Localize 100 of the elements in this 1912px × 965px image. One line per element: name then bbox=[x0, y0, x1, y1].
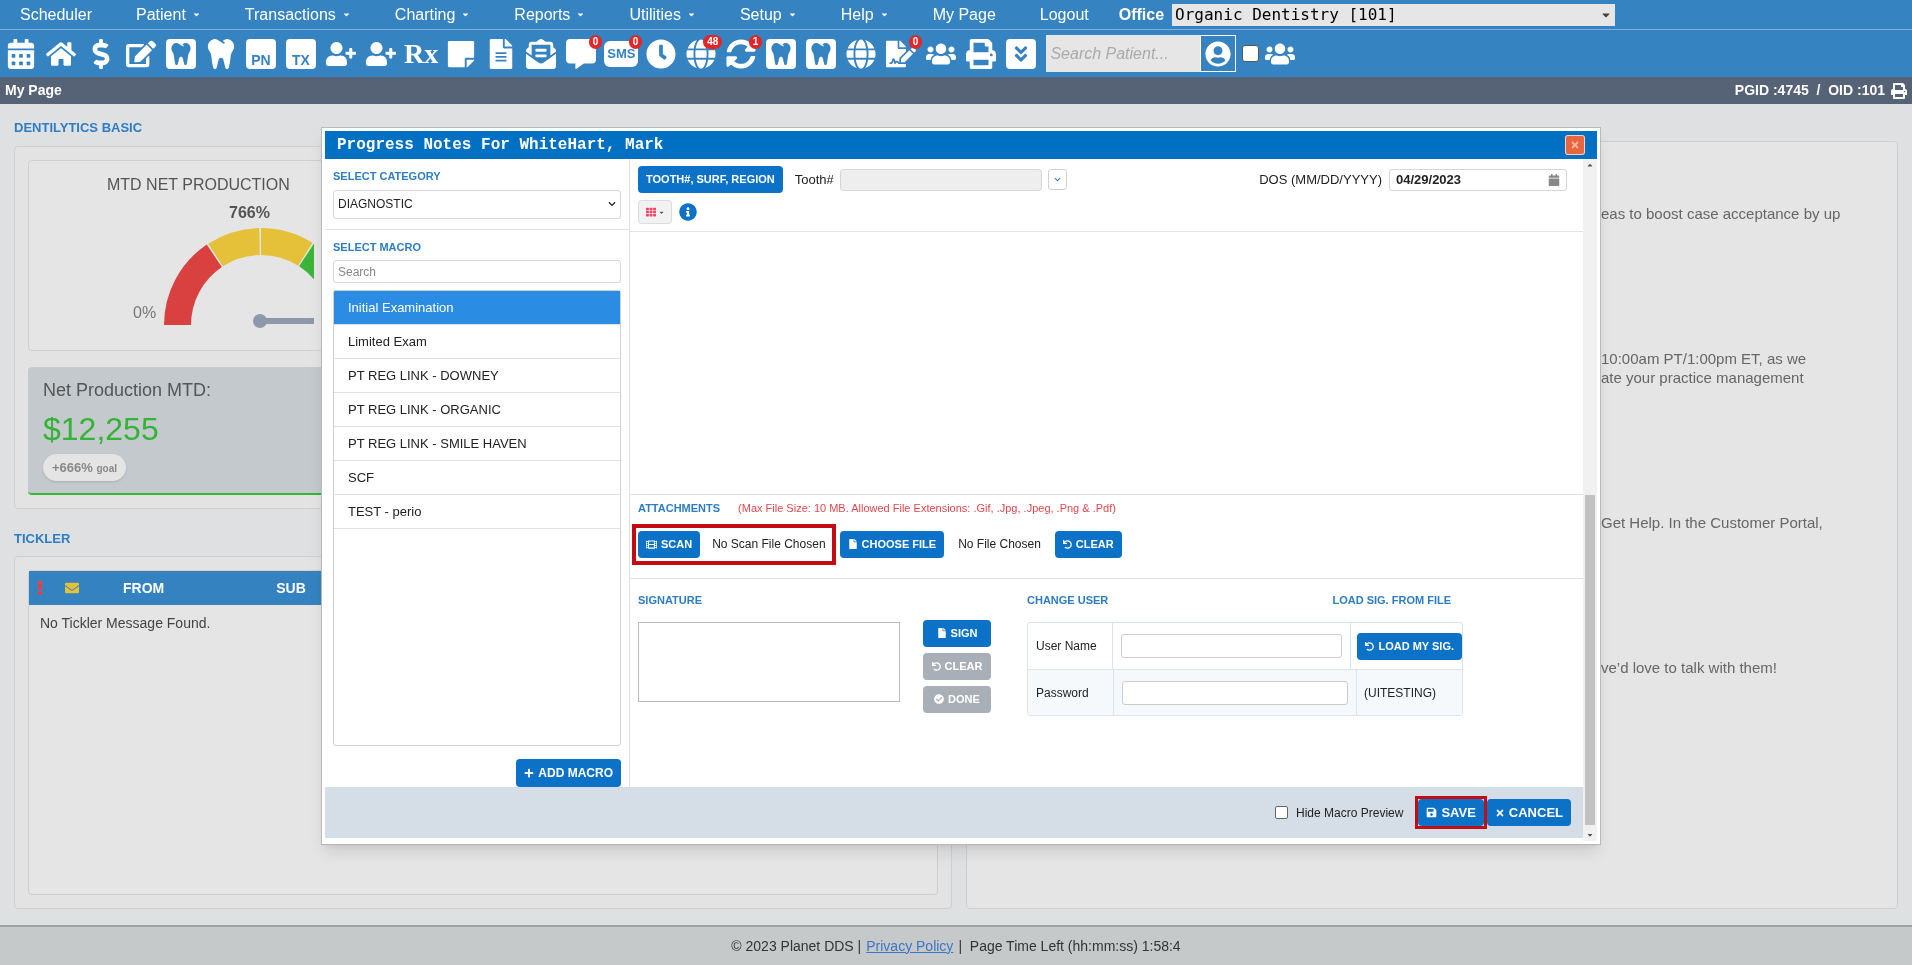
gauge-value: 766% bbox=[229, 202, 270, 223]
page-ids: PGID :4745 / OID :101 bbox=[1734, 81, 1885, 100]
menu-item[interactable]: Logout bbox=[1039, 2, 1089, 27]
scan-button[interactable]: SCAN bbox=[638, 530, 701, 558]
date-field[interactable]: 04/29/2023 bbox=[1389, 168, 1567, 191]
tooth-icon[interactable] bbox=[766, 38, 797, 69]
globe-icon[interactable] bbox=[686, 38, 717, 69]
save-button[interactable]: SAVE bbox=[1418, 799, 1484, 826]
tooth-field[interactable] bbox=[839, 168, 1042, 191]
close-icon bbox=[1570, 140, 1580, 150]
password-field[interactable] bbox=[1122, 680, 1348, 705]
clear-button[interactable]: CLEAR bbox=[1054, 530, 1122, 558]
menu-item[interactable]: Setup bbox=[739, 2, 797, 27]
tooth-icon[interactable] bbox=[206, 38, 236, 69]
user-search-icon bbox=[1205, 40, 1232, 67]
macro-item[interactable]: Limited Exam bbox=[334, 325, 620, 359]
category-select[interactable]: DIAGNOSTIC bbox=[333, 189, 621, 219]
close-button[interactable] bbox=[1565, 135, 1585, 155]
tooth-icon[interactable] bbox=[806, 38, 837, 69]
menu-item[interactable]: Patient bbox=[136, 2, 201, 27]
calendar-icon[interactable] bbox=[6, 38, 36, 69]
announcement-text: Get Help. In the Customer Portal, bbox=[1601, 513, 1824, 532]
close-icon bbox=[1494, 807, 1505, 818]
field-label: Password bbox=[1028, 670, 1114, 715]
file-icon bbox=[847, 539, 858, 549]
hide-preview-checkbox[interactable] bbox=[1275, 806, 1288, 819]
tooth-icon[interactable] bbox=[166, 38, 196, 69]
announcement-text: 10:00am PT/1:00pm ET, as we bbox=[1601, 349, 1808, 368]
color-picker-button[interactable] bbox=[638, 200, 672, 224]
menu-item[interactable]: Charting bbox=[394, 2, 471, 27]
menu-item[interactable]: Scheduler bbox=[20, 2, 93, 27]
field-label: SIGNATURE bbox=[638, 592, 702, 608]
caret-icon bbox=[461, 10, 471, 19]
menu-item[interactable]: Utilities bbox=[629, 2, 696, 27]
macro-item[interactable]: PT REG LINK - DOWNEY bbox=[334, 359, 620, 393]
calendar-icon bbox=[1548, 173, 1560, 186]
macro-item[interactable]: Initial Examination bbox=[334, 291, 620, 325]
scan-status: No Scan File Chosen bbox=[712, 536, 826, 553]
menu-item[interactable]: Transactions bbox=[244, 2, 351, 27]
note-icon[interactable] bbox=[446, 38, 477, 69]
field-label: User Name bbox=[1028, 623, 1113, 669]
printer-icon[interactable] bbox=[966, 38, 997, 69]
printer-icon[interactable] bbox=[1891, 82, 1907, 99]
undo-icon bbox=[1365, 641, 1375, 651]
add-macro-button[interactable]: ADD MACRO bbox=[516, 759, 621, 787]
scroll-down-icon bbox=[1586, 831, 1594, 839]
clock-icon[interactable] bbox=[646, 38, 677, 69]
macro-item[interactable]: SCF bbox=[334, 461, 620, 495]
toolbar-text-icon[interactable]: PN bbox=[246, 38, 276, 69]
patient-search-field[interactable]: Search Patient... bbox=[1046, 35, 1201, 72]
choose-file-button[interactable]: CHOOSE FILE bbox=[839, 530, 945, 558]
menu-item[interactable]: Help bbox=[840, 2, 889, 27]
copyright-text: © 2023 Planet DDS | bbox=[731, 936, 862, 956]
user-code: (UITESTING) bbox=[1356, 670, 1436, 715]
menu-item[interactable]: My Page bbox=[932, 2, 996, 27]
net-production-label: Net Production MTD: bbox=[43, 378, 212, 402]
checkbox-label: Hide Macro Preview bbox=[1296, 804, 1404, 822]
field-label: SELECT CATEGORY bbox=[333, 169, 441, 184]
gauge-title: MTD NET PRODUCTION bbox=[107, 174, 290, 195]
macro-item[interactable]: PT REG LINK - SMILE HAVEN bbox=[334, 427, 620, 461]
signature-button[interactable]: SIGN bbox=[923, 619, 991, 647]
undo-icon bbox=[931, 661, 941, 671]
scroll-up-icon bbox=[1586, 161, 1594, 169]
load-my-signature-button[interactable]: LOAD MY SIG. bbox=[1357, 632, 1462, 660]
scrollbar-thumb[interactable] bbox=[1585, 495, 1595, 825]
edit-icon[interactable] bbox=[126, 38, 156, 69]
chevron-down-icon bbox=[608, 200, 616, 208]
menu-item[interactable]: Reports bbox=[514, 2, 586, 27]
notification-badge: 48 bbox=[703, 34, 723, 49]
section-heading: DENTILYTICS BASIC bbox=[14, 119, 143, 137]
attachments-note: (Max File Size: 10 MB. Allowed File Extensions: .Gif, .Jpg, .Jpeg, .Png & .Pdf) bbox=[738, 501, 1116, 516]
privacy-policy-link[interactable]: Privacy Policy bbox=[866, 935, 954, 957]
toolbar-text-icon[interactable]: Rx bbox=[404, 39, 439, 68]
plus-icon bbox=[524, 768, 535, 778]
announcement-text: eas to boost case acceptance by up bbox=[1601, 204, 1842, 223]
globe-icon[interactable] bbox=[846, 38, 877, 69]
exclamation-icon bbox=[37, 581, 43, 595]
toolbar-text-icon[interactable]: TX bbox=[286, 38, 316, 69]
tooth-surface-button[interactable]: TOOTH#, SURF, REGION bbox=[638, 166, 783, 193]
macro-search-field[interactable]: Search bbox=[333, 260, 621, 283]
patient-search-button[interactable] bbox=[1200, 35, 1237, 72]
user-name-field[interactable] bbox=[1120, 634, 1343, 658]
macro-item[interactable]: TEST - perio bbox=[334, 495, 620, 529]
sync-icon[interactable] bbox=[726, 38, 757, 69]
field-label: CHANGE USER bbox=[1027, 592, 1109, 608]
notification-badge: 0 bbox=[628, 34, 643, 49]
cancel-button[interactable]: CANCEL bbox=[1486, 799, 1571, 826]
announcement-text: ve’d love to talk with them! bbox=[1601, 658, 1778, 677]
macro-item[interactable]: PT REG LINK - ORGANIC bbox=[334, 393, 620, 427]
chat-icon[interactable] bbox=[566, 38, 597, 69]
office-label: Office bbox=[1118, 4, 1165, 25]
document-icon[interactable] bbox=[886, 38, 917, 69]
envelope-icon[interactable] bbox=[526, 38, 557, 69]
office-select[interactable]: Organic Dentistry [101] bbox=[1172, 3, 1616, 26]
load-signature-link[interactable]: LOAD SIG. FROM FILE bbox=[1332, 591, 1451, 608]
chevron-down-icon bbox=[1053, 176, 1061, 183]
expand-icon[interactable] bbox=[1006, 38, 1037, 69]
checkbox[interactable] bbox=[1242, 45, 1260, 62]
info-icon[interactable] bbox=[679, 203, 697, 221]
file-status: No File Chosen bbox=[958, 536, 1041, 553]
